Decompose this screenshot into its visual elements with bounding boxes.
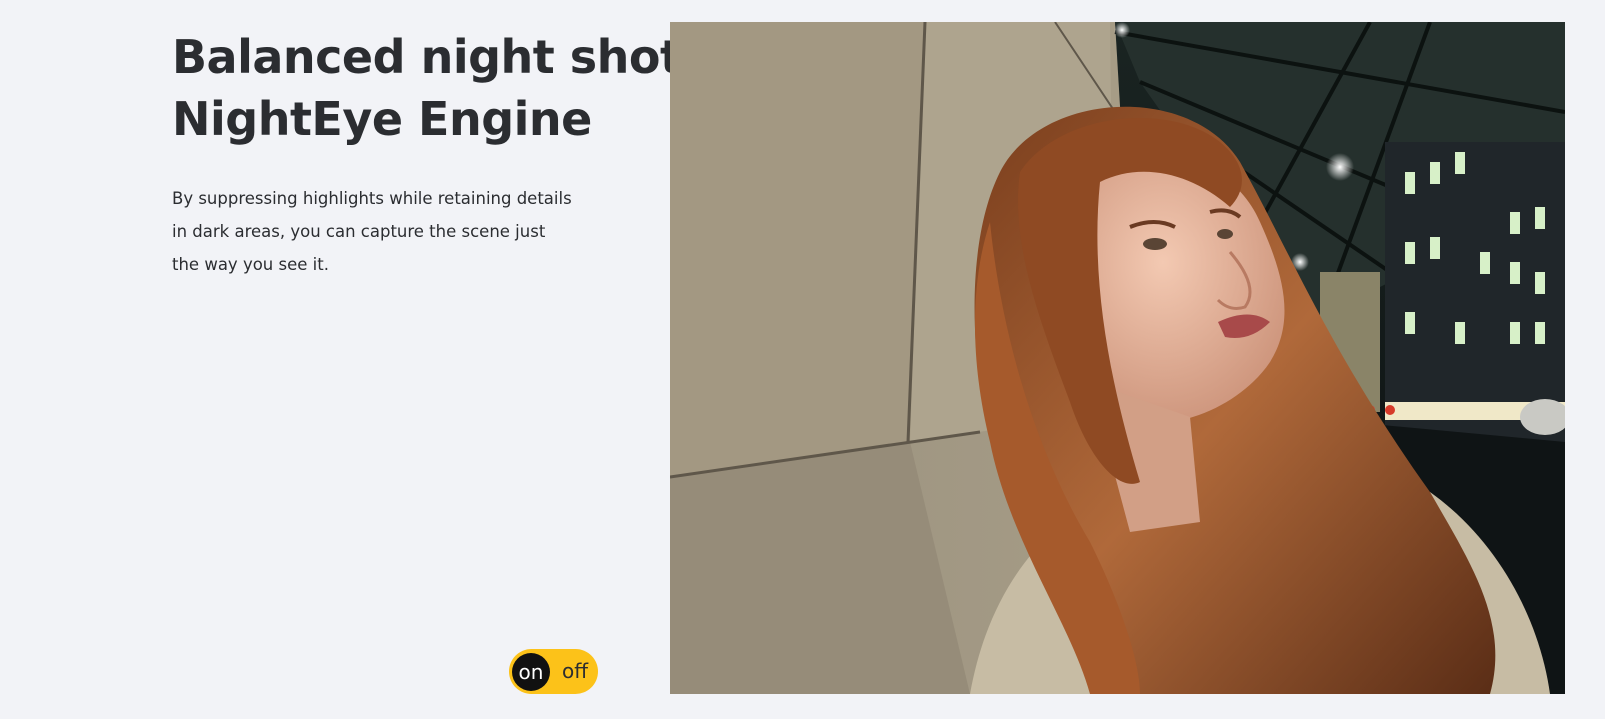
headline-line-2: NightEye Engine: [172, 92, 592, 146]
toggle-off-label[interactable]: off: [562, 649, 588, 694]
night-mode-toggle[interactable]: on off: [509, 649, 598, 694]
feature-description: By suppressing highlights while retainin…: [172, 189, 572, 274]
headline-line-1: Balanced night shots.: [172, 30, 726, 84]
toggle-on-label[interactable]: on: [512, 653, 550, 691]
page-title: Balanced night shots. NightEye Engine: [172, 26, 726, 150]
feature-section: Balanced night shots. NightEye Engine By…: [0, 0, 1605, 719]
night-portrait-illustration: [670, 22, 1565, 694]
night-portrait-photo: [670, 22, 1565, 694]
